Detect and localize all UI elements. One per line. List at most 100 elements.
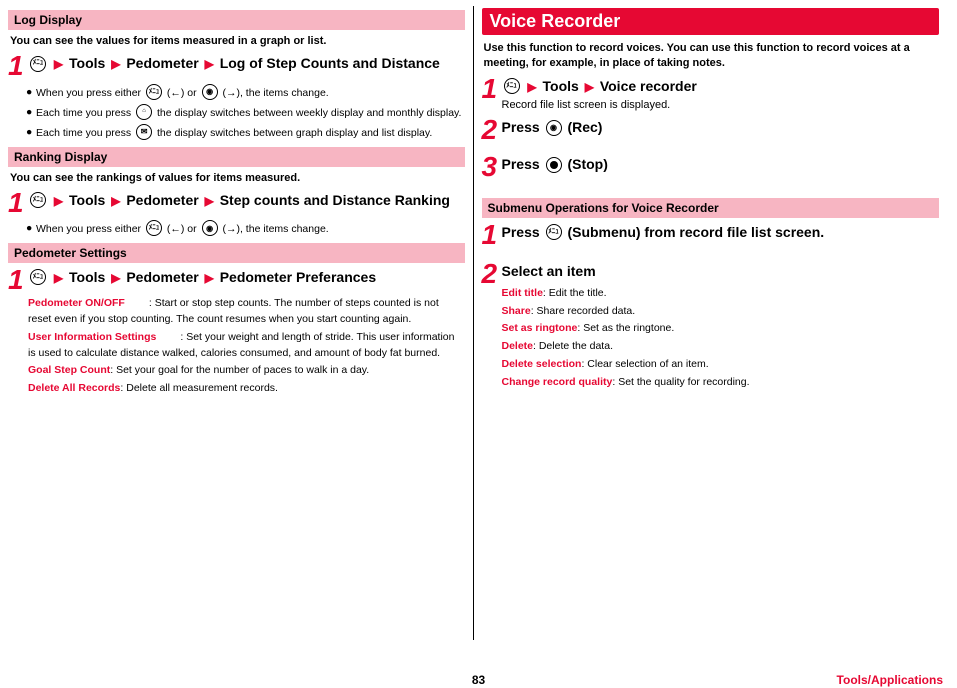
step-submenu-2: 2 Select an item Edit title: Edit the ti… <box>482 261 940 393</box>
term: Goal Step Count <box>28 364 110 376</box>
desc: : Set your goal for the number of paces … <box>110 364 369 376</box>
heading-voice-recorder: Voice Recorder <box>482 8 940 35</box>
text: the display switches between weekly disp… <box>157 106 461 118</box>
step-number-icon: 2 <box>482 261 502 393</box>
heading-pedometer-settings: Pedometer Settings <box>8 243 465 263</box>
menu-key-icon: ﾒﾆｭ <box>30 269 46 285</box>
arrow-right-icon: ▶ <box>52 194 65 208</box>
bc-tools: Tools <box>543 78 579 94</box>
bc-step-counts: Step counts and Distance Ranking <box>220 192 450 208</box>
bc-pedometer: Pedometer <box>126 192 198 208</box>
def-user-info: User Information Settings: Set your weig… <box>28 330 465 362</box>
step-number-icon: 3 <box>482 154 502 179</box>
term: User Information Settings <box>28 331 156 343</box>
lead-ranking: You can see the rankings of values for i… <box>10 171 463 186</box>
camera-key-icon: ◉ <box>202 220 218 236</box>
desc: : Delete the data. <box>533 340 613 352</box>
step-rank-1-text: ﾒﾆｭ ▶ Tools ▶ Pedometer ▶ Step counts an… <box>28 190 450 215</box>
step-number-icon: 1 <box>482 222 502 247</box>
mail-key-icon: ✉ <box>136 124 152 140</box>
desc: : Set as the ringtone. <box>577 322 674 334</box>
step-number-icon: 1 <box>8 190 28 215</box>
heading-ranking: Ranking Display <box>8 147 465 167</box>
def-delete-all: Delete All Records: Delete all measureme… <box>28 381 465 397</box>
step-number-icon: 1 <box>482 76 502 114</box>
text: (Stop) <box>567 156 607 172</box>
step-set-1: 1 ﾒﾆｭ ▶ Tools ▶ Pedometer ▶ Pedometer Pr… <box>8 267 465 292</box>
step-number-icon: 2 <box>482 117 502 142</box>
term: Delete All Records <box>28 382 120 394</box>
desc: : Share recorded data. <box>531 305 635 317</box>
bc-tools: Tools <box>69 269 105 285</box>
step-vr-1: 1 ﾒﾆｭ ▶ Tools ▶ Voice recorder Record fi… <box>482 76 940 114</box>
bc-log-steps: Log of Step Counts and Distance <box>220 55 440 71</box>
rank-bullets: ● When you press either ﾒﾆｭ (←) or ◉ (→)… <box>26 221 465 237</box>
menu-key-icon: ﾒﾆｭ <box>30 56 46 72</box>
lead-log-display: You can see the values for items measure… <box>10 34 463 49</box>
step-set-1-text: ﾒﾆｭ ▶ Tools ▶ Pedometer ▶ Pedometer Pref… <box>28 267 376 292</box>
desc: : Clear selection of an item. <box>581 358 708 370</box>
left-column: Log Display You can see the values for i… <box>0 6 474 640</box>
step-vr-2-text: Press ◉ (Rec) <box>502 117 603 142</box>
arrow-right-icon: ▶ <box>525 80 538 94</box>
text: (→), the items change. <box>222 86 328 98</box>
arrow-right-icon: ▶ <box>109 271 122 285</box>
heading-log-display: Log Display <box>8 10 465 30</box>
camera-key-icon: ◉ <box>202 84 218 100</box>
bc-pedometer: Pedometer <box>126 55 198 71</box>
def-delete: Delete: Delete the data. <box>502 339 750 355</box>
text: When you press either <box>36 86 144 98</box>
def-on-off: Pedometer ON/OFF: Start or stop step cou… <box>28 296 465 328</box>
log-bullet-1: ● When you press either ﾒﾆｭ (←) or ◉ (→)… <box>26 85 465 101</box>
text: (Rec) <box>567 119 602 135</box>
camera-key-icon: ◉ <box>546 120 562 136</box>
desc: : Set the quality for recording. <box>612 376 749 388</box>
step-log-1: 1 ﾒﾆｭ ▶ Tools ▶ Pedometer ▶ Log of Step … <box>8 53 465 78</box>
arrow-right-icon: ▶ <box>203 57 216 71</box>
menu-key-icon: ﾒﾆｭ <box>146 84 162 100</box>
step-vr-1-note: Record file list screen is displayed. <box>502 97 697 114</box>
text: (Submenu) from record file list screen. <box>567 224 824 240</box>
text: When you press either <box>36 223 144 235</box>
def-share: Share: Share recorded data. <box>502 304 750 320</box>
bc-pref: Pedometer Preferances <box>220 269 376 285</box>
bc-pedometer: Pedometer <box>126 269 198 285</box>
log-bullet-2: ● Each time you press ⌂ the display swit… <box>26 105 465 121</box>
text: the display switches between graph displ… <box>157 126 432 138</box>
text: (←) or <box>167 86 200 98</box>
step-vr-3: 3 Press (Stop) <box>482 154 940 179</box>
bc-voice-rec: Voice recorder <box>600 78 697 94</box>
text: Each time you press <box>36 126 134 138</box>
step-submenu-1-text: Press ﾒﾆｭ (Submenu) from record file lis… <box>502 222 825 247</box>
page-body: Log Display You can see the values for i… <box>0 0 957 640</box>
term: Pedometer ON/OFF <box>28 297 125 309</box>
arrow-right-icon: ▶ <box>583 80 596 94</box>
center-key-icon <box>546 157 562 173</box>
step-log-1-text: ﾒﾆｭ ▶ Tools ▶ Pedometer ▶ Log of Step Co… <box>28 53 440 78</box>
chapter-title: Tools/Applications <box>837 673 943 687</box>
arrow-right-icon: ▶ <box>203 194 216 208</box>
term: Delete <box>502 340 534 352</box>
step-vr-3-text: Press (Stop) <box>502 154 608 179</box>
text: Press <box>502 224 544 240</box>
arrow-right-icon: ▶ <box>109 57 122 71</box>
menu-key-icon: ﾒﾆｭ <box>30 192 46 208</box>
step-submenu-2-title: Select an item <box>502 261 750 282</box>
heading-submenu-vr: Submenu Operations for Voice Recorder <box>482 198 940 218</box>
step-vr-2: 2 Press ◉ (Rec) <box>482 117 940 142</box>
step-rank-1: 1 ﾒﾆｭ ▶ Tools ▶ Pedometer ▶ Step counts … <box>8 190 465 215</box>
page-number: 83 <box>472 673 485 687</box>
text: Press <box>502 119 544 135</box>
arrow-right-icon: ▶ <box>52 57 65 71</box>
bc-tools: Tools <box>69 192 105 208</box>
text: Each time you press <box>36 106 134 118</box>
text: (→), the items change. <box>222 223 328 235</box>
text: (←) or <box>167 223 200 235</box>
menu-key-icon: ﾒﾆｭ <box>546 224 562 240</box>
step-vr-1-text: ﾒﾆｭ ▶ Tools ▶ Voice recorder <box>502 76 697 97</box>
submenu-definitions: Edit title: Edit the title. Share: Share… <box>502 286 750 391</box>
arrow-right-icon: ▶ <box>52 271 65 285</box>
term: Edit title <box>502 287 543 299</box>
text: Press <box>502 156 544 172</box>
def-quality: Change record quality: Set the quality f… <box>502 375 750 391</box>
